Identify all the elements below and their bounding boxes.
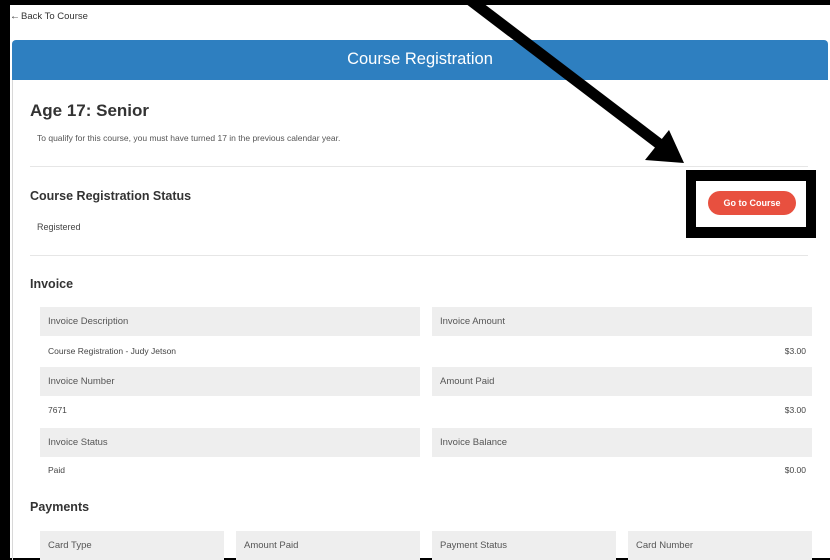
course-title: Age 17: Senior [30,101,150,120]
amount-paid-value: $3.00 [784,405,806,415]
invoice-description-value: Course Registration - Judy Jetson [48,346,177,356]
amount-paid-label: Amount Paid [432,367,812,396]
back-to-course-link[interactable]: ←Back To Course [10,11,88,22]
registration-status-value: Registered [37,222,81,232]
payments-column-card-number: Card Number [628,531,812,560]
invoice-balance-label: Invoice Balance [432,428,812,457]
page-title: Course Registration [347,50,493,68]
payments-column-amount-paid: Amount Paid [236,531,420,560]
page-header: Course Registration [12,40,828,80]
registration-status-heading: Course Registration Status [30,189,192,203]
back-link-label: Back To Course [21,11,88,22]
divider [30,255,808,256]
payments-column-payment-status: Payment Status [432,531,616,560]
invoice-number-value: 7671 [48,405,67,415]
invoice-status-label: Invoice Status [40,428,420,457]
invoice-number-label: Invoice Number [40,367,420,396]
invoice-amount-value: $3.00 [784,346,806,356]
invoice-amount-label: Invoice Amount [432,307,812,336]
invoice-status-value: Paid [48,465,66,475]
invoice-heading: Invoice [30,277,74,291]
invoice-balance-value: $0.00 [784,465,806,475]
payments-heading: Payments [30,500,90,514]
arrow-left-icon: ← [10,11,20,22]
divider [30,166,808,167]
payments-column-card-type: Card Type [40,531,224,560]
course-qualification-text: To qualify for this course, you must hav… [37,133,341,143]
go-to-course-button[interactable]: Go to Course [708,191,796,215]
invoice-description-label: Invoice Description [40,307,420,336]
